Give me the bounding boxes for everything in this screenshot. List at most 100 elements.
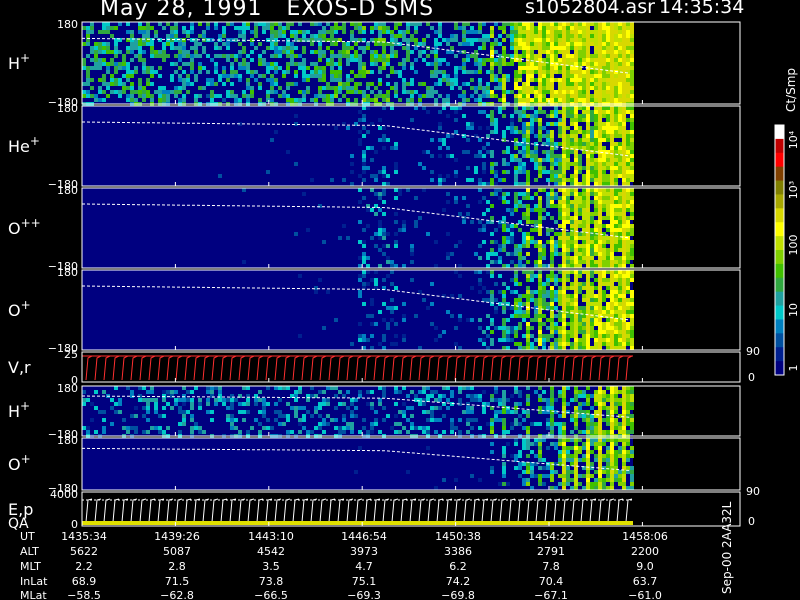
heatmap-cell <box>622 158 626 162</box>
heatmap-cell <box>526 114 530 118</box>
heatmap-cell <box>458 66 462 70</box>
velocity-mark <box>598 355 606 381</box>
heatmap-cell <box>514 282 518 286</box>
heatmap-cell <box>414 224 418 228</box>
heatmap-cell <box>610 294 614 298</box>
heatmap-cell <box>222 82 226 86</box>
heatmap-cell <box>118 90 122 94</box>
heatmap-cell <box>626 54 630 58</box>
heatmap-cell <box>598 188 602 192</box>
heatmap-cell <box>626 46 630 50</box>
heatmap-cell <box>594 166 598 170</box>
heatmap-cell <box>522 236 526 240</box>
heatmap-cell <box>122 66 126 70</box>
heatmap-cell <box>598 264 602 268</box>
heatmap-cell <box>82 66 86 70</box>
heatmap-cell <box>334 418 338 422</box>
heatmap-cell <box>470 410 474 414</box>
heatmap-cell <box>542 474 546 478</box>
heatmap-cell <box>454 326 458 330</box>
heatmap-cell <box>398 22 402 26</box>
heatmap-cell <box>586 298 590 302</box>
heatmap-cell <box>578 248 582 252</box>
heatmap-cell <box>454 26 458 30</box>
heatmap-cell <box>486 34 490 38</box>
heatmap-cell <box>626 232 630 236</box>
heatmap-cell <box>294 98 298 102</box>
heatmap-cell <box>586 318 590 322</box>
heatmap-cell <box>602 196 606 200</box>
heatmap-cell <box>154 50 158 54</box>
heatmap-cell <box>558 46 562 50</box>
heatmap-cell <box>526 286 530 290</box>
heatmap-cell <box>386 306 390 310</box>
heatmap-cell <box>598 30 602 34</box>
heatmap-cell <box>630 474 634 478</box>
heatmap-cell <box>610 224 614 228</box>
heatmap-cell <box>586 426 590 430</box>
heatmap-cell <box>286 418 290 422</box>
heatmap-cell <box>486 58 490 62</box>
heatmap-cell <box>598 260 602 264</box>
heatmap-cell <box>606 86 610 90</box>
heatmap-cell <box>86 78 90 82</box>
heatmap-cell <box>406 406 410 410</box>
heatmap-cell <box>574 200 578 204</box>
heatmap-cell <box>494 326 498 330</box>
heatmap-cell <box>622 330 626 334</box>
heatmap-cell <box>486 94 490 98</box>
heatmap-cell <box>518 30 522 34</box>
heatmap-cell <box>582 334 586 338</box>
heatmap-cell <box>350 342 354 346</box>
heatmap-cell <box>562 260 566 264</box>
energy-mark <box>121 498 129 523</box>
heatmap-cell <box>598 170 602 174</box>
heatmap-cell <box>586 270 590 274</box>
heatmap-cell <box>494 130 498 134</box>
heatmap-cell <box>358 58 362 62</box>
heatmap-cell <box>374 232 378 236</box>
heatmap-cell <box>546 46 550 50</box>
heatmap-cell <box>378 42 382 46</box>
heatmap-cell <box>102 74 106 78</box>
heatmap-cell <box>602 82 606 86</box>
heatmap-cell <box>514 442 518 446</box>
heatmap-cell <box>602 204 606 208</box>
heatmap-cell <box>386 414 390 418</box>
heatmap-cell <box>578 482 582 486</box>
heatmap-cell <box>394 306 398 310</box>
heatmap-cell <box>514 310 518 314</box>
heatmap-cell <box>350 34 354 38</box>
heatmap-cell <box>586 158 590 162</box>
heatmap-cell <box>178 74 182 78</box>
heatmap-cell <box>330 74 334 78</box>
heatmap-cell <box>606 282 610 286</box>
heatmap-cell <box>466 212 470 216</box>
heatmap-cell <box>214 22 218 26</box>
heatmap-cell <box>482 196 486 200</box>
heatmap-cell <box>598 418 602 422</box>
heatmap-cell <box>578 322 582 326</box>
heatmap-cell <box>430 70 434 74</box>
heatmap-cell <box>258 22 262 26</box>
heatmap-cell <box>582 240 586 244</box>
heatmap-cell <box>378 192 382 196</box>
heatmap-cell <box>94 58 98 62</box>
heatmap-cell <box>490 182 494 186</box>
heatmap-cell <box>618 342 622 346</box>
heatmap-cell <box>498 98 502 102</box>
heatmap-cell <box>510 62 514 66</box>
heatmap-cell <box>394 386 398 390</box>
heatmap-cell <box>190 414 194 418</box>
heatmap-cell <box>594 74 598 78</box>
heatmap-cell <box>322 54 326 58</box>
heatmap-cell <box>586 228 590 232</box>
heatmap-cell <box>550 46 554 50</box>
heatmap-cell <box>570 294 574 298</box>
heatmap-cell <box>570 220 574 224</box>
energy-mark <box>553 498 561 523</box>
heatmap-cell <box>138 86 142 90</box>
heatmap-cell <box>602 454 606 458</box>
heatmap-cell <box>566 236 570 240</box>
heatmap-cell <box>486 334 490 338</box>
